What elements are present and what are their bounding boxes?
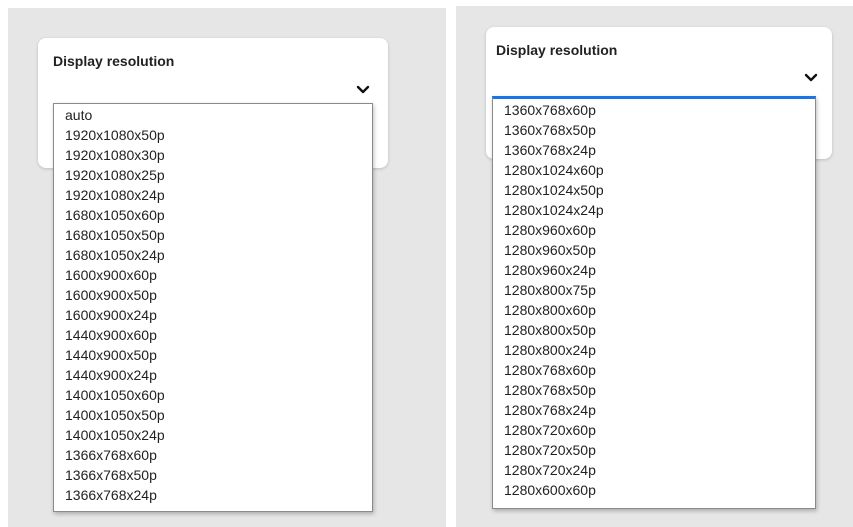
resolution-option[interactable]: auto [65,105,92,125]
resolution-option[interactable]: 1280x800x24p [504,340,596,360]
resolution-option[interactable]: 1366x768x60p [65,445,157,465]
resolution-option[interactable]: 1360x768x60p [504,100,596,120]
resolution-option[interactable]: 1280x1024x24p [504,200,604,220]
resolution-option[interactable]: 1280x768x50p [504,380,596,400]
resolution-option[interactable]: 1360x768x24p [504,140,596,160]
resolution-option[interactable]: 1280x768x60p [504,360,596,380]
resolution-option[interactable]: 1280x960x60p [504,220,596,240]
display-resolution-label: Display resolution [53,53,175,69]
resolution-option[interactable]: 1400x1050x24p [65,425,165,445]
resolution-option[interactable]: 1280x720x60p [504,420,596,440]
resolution-option[interactable]: 1280x768x24p [504,400,596,420]
chevron-down-icon[interactable] [356,85,370,95]
resolution-option[interactable]: 1440x900x60p [65,325,157,345]
resolution-option[interactable]: 1360x768x50p [504,120,596,140]
resolution-option[interactable]: 1680x1050x24p [65,245,165,265]
resolution-option[interactable]: 1400x1050x60p [65,385,165,405]
resolution-options-list[interactable]: 1360x768x60p 1360x768x50p 1360x768x24p 1280… [492,96,816,509]
resolution-option[interactable]: 1280x720x24p [504,460,596,480]
resolution-option[interactable]: 1366x768x24p [65,485,157,505]
resolution-option[interactable]: 1440x900x50p [65,345,157,365]
resolution-option[interactable]: 1280x800x60p [504,300,596,320]
resolution-option[interactable]: 1600x900x24p [65,305,157,325]
resolution-option[interactable]: 1280x800x50p [504,320,596,340]
resolution-option[interactable]: 1680x1050x50p [65,225,165,245]
resolution-option[interactable]: 1280x600x60p [504,480,596,500]
resolution-option[interactable]: 1600x900x60p [65,265,157,285]
resolution-option[interactable]: 1366x768x50p [65,465,157,485]
resolution-option[interactable]: 1280x1024x60p [504,160,604,180]
resolution-option[interactable]: 1280x720x50p [504,440,596,460]
chevron-down-icon[interactable] [804,73,818,83]
resolution-option[interactable]: 1280x800x75p [504,280,596,300]
resolution-options-list[interactable]: auto 1920x1080x50p 1920x1080x30p 1920x1080x… [53,103,373,512]
resolution-option[interactable]: 1400x1050x50p [65,405,165,425]
resolution-option[interactable]: 1600x900x50p [65,285,157,305]
resolution-option[interactable]: 1680x1050x60p [65,205,165,225]
resolution-option[interactable]: 1920x1080x25p [65,165,165,185]
resolution-option[interactable]: 1440x900x24p [65,365,157,385]
resolution-option[interactable]: 1280x960x50p [504,240,596,260]
resolution-option[interactable]: 1920x1080x50p [65,125,165,145]
display-resolution-label: Display resolution [496,42,618,58]
resolution-option[interactable]: 1280x1024x50p [504,180,604,200]
resolution-option[interactable]: 1920x1080x30p [65,145,165,165]
resolution-option[interactable]: 1920x1080x24p [65,185,165,205]
resolution-option[interactable]: 1280x960x24p [504,260,596,280]
